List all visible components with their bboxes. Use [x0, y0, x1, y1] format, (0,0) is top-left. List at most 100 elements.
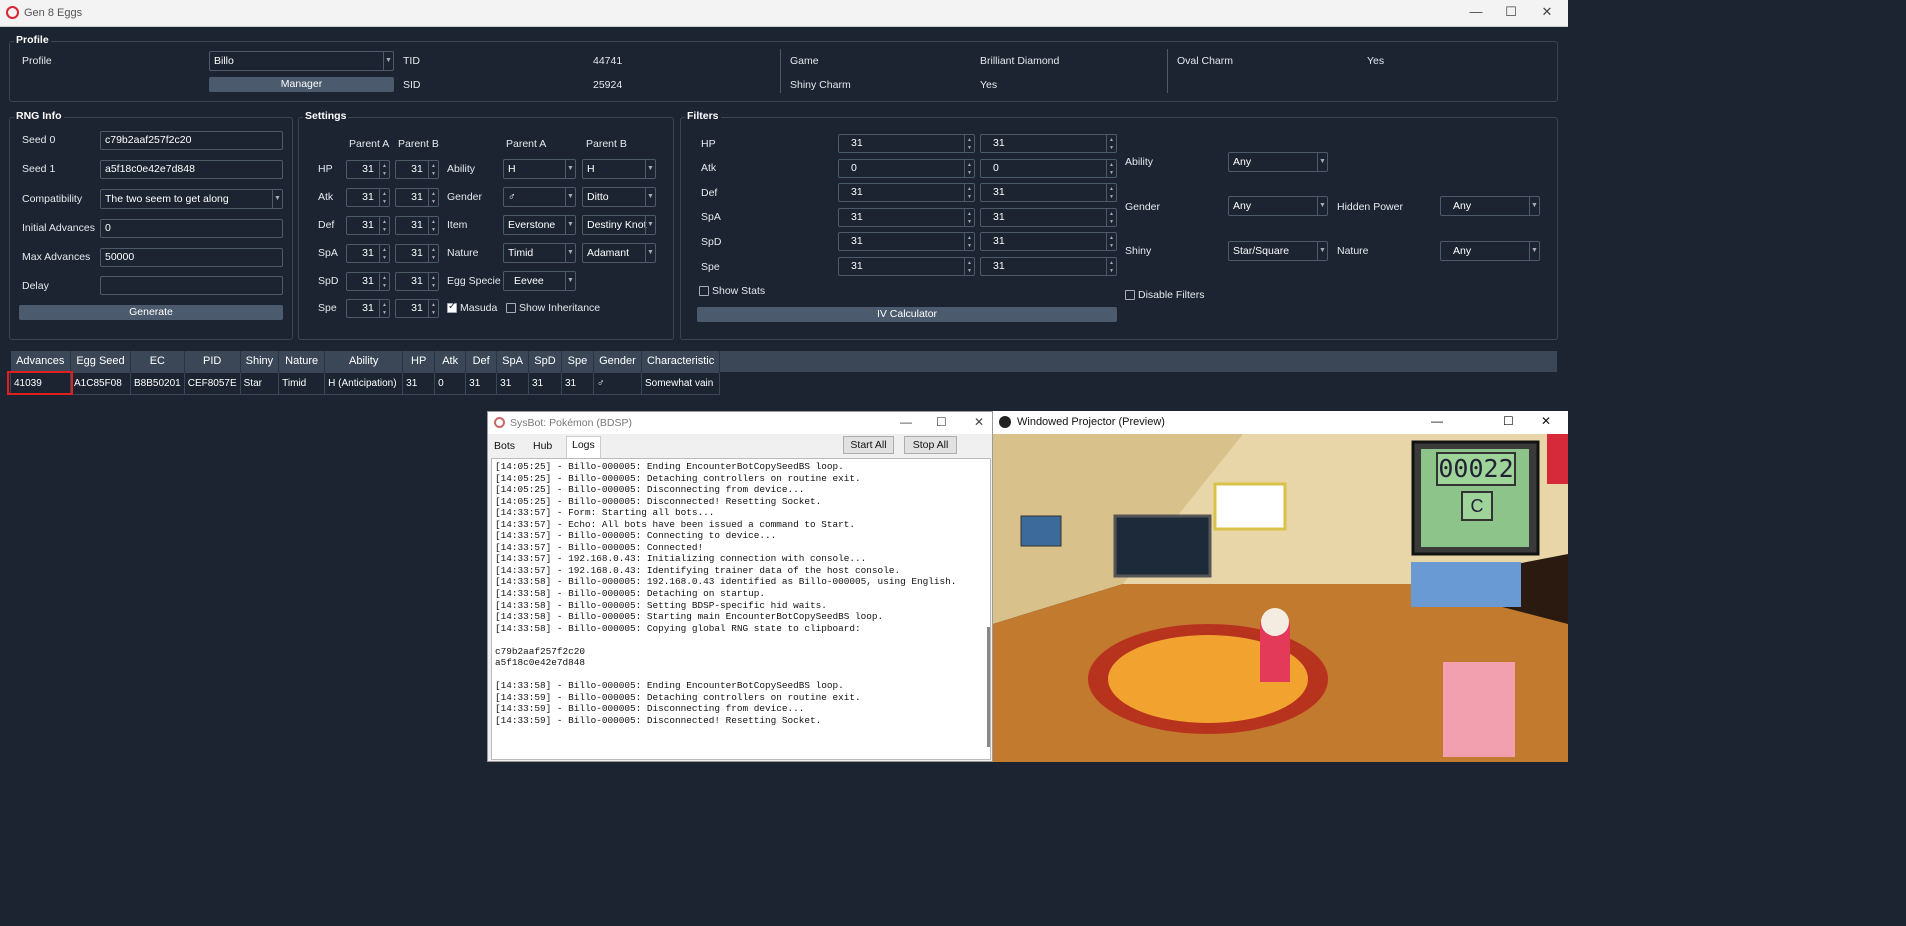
- parent-b-iv-spinbox[interactable]: 31 ▲ ▼: [395, 160, 439, 179]
- start-all-button[interactable]: Start All: [843, 436, 894, 454]
- column-header[interactable]: Characteristic: [641, 351, 721, 372]
- filter-max-spinbox[interactable]: 31 ▲ ▼: [980, 208, 1117, 227]
- parent-a-iv-spinbox[interactable]: 31 ▲ ▼: [346, 244, 390, 263]
- tab-logs[interactable]: Logs: [566, 436, 601, 458]
- column-header[interactable]: Gender: [593, 351, 642, 372]
- parent-a-nature-select[interactable]: Timid ▼: [503, 243, 576, 263]
- sysbot-close-button[interactable]: ✕: [974, 415, 984, 429]
- filter-max-spinbox[interactable]: 31 ▲ ▼: [980, 232, 1117, 251]
- show-inheritance-checkbox[interactable]: [506, 303, 516, 313]
- table-cell[interactable]: B8B50201: [130, 371, 185, 395]
- log-output[interactable]: [14:05:25] - Billo-000005: Ending Encoun…: [491, 458, 991, 760]
- column-header[interactable]: Spe: [561, 351, 594, 372]
- column-header[interactable]: EC: [130, 351, 185, 372]
- masuda-checkbox[interactable]: [447, 301, 457, 313]
- parent-b-iv-spinbox[interactable]: 31 ▲ ▼: [395, 216, 439, 235]
- projector-close-button[interactable]: ✕: [1541, 414, 1551, 428]
- parent-b-iv-spinbox[interactable]: 31 ▲ ▼: [395, 272, 439, 291]
- spin-value: 31: [993, 186, 1005, 198]
- delay-input[interactable]: [100, 276, 283, 295]
- seed0-input[interactable]: c79b2aaf257f2c20: [100, 131, 283, 150]
- table-cell[interactable]: Timid: [278, 371, 326, 395]
- maximize-button[interactable]: ☐: [1496, 4, 1526, 20]
- column-header[interactable]: Shiny: [240, 351, 280, 372]
- table-cell[interactable]: 31: [496, 371, 529, 395]
- parent-b-item-select[interactable]: Destiny Knot ▼: [582, 215, 656, 235]
- column-header[interactable]: SpD: [528, 351, 562, 372]
- filter-min-spinbox[interactable]: 0 ▲ ▼: [838, 159, 975, 178]
- column-header[interactable]: Nature: [278, 351, 326, 372]
- parent-b-iv-spinbox[interactable]: 31 ▲ ▼: [395, 299, 439, 318]
- max-advances-input[interactable]: 50000: [100, 248, 283, 267]
- filter-ability-select[interactable]: Any ▼: [1228, 152, 1328, 172]
- sysbot-minimize-button[interactable]: —: [900, 415, 912, 429]
- table-cell[interactable]: A1C85F08: [70, 371, 131, 395]
- parent-a-gender-select[interactable]: ♂ ▼: [503, 187, 576, 207]
- table-row[interactable]: 41039 A1C85F08 B8B50201 CEF8057E Star Ti…: [10, 371, 721, 395]
- spin-value: 31: [851, 137, 863, 149]
- table-cell[interactable]: Somewhat vain: [640, 371, 721, 395]
- generate-button[interactable]: Generate: [19, 305, 283, 320]
- parent-b-gender-select[interactable]: Ditto ▼: [582, 187, 656, 207]
- tab-bots[interactable]: Bots: [489, 438, 520, 454]
- column-header[interactable]: Egg Seed: [70, 351, 131, 372]
- filter-min-spinbox[interactable]: 31 ▲ ▼: [838, 183, 975, 202]
- table-cell[interactable]: Star: [239, 371, 280, 395]
- sysbot-maximize-button[interactable]: ☐: [936, 415, 947, 429]
- table-cell[interactable]: ♂: [592, 371, 642, 395]
- table-cell[interactable]: 31: [527, 371, 562, 395]
- parent-b-iv-spinbox[interactable]: 31 ▲ ▼: [395, 244, 439, 263]
- filter-min-spinbox[interactable]: 31 ▲ ▼: [838, 257, 975, 276]
- table-cell[interactable]: 31: [560, 371, 594, 395]
- filter-gender-select[interactable]: Any ▼: [1228, 196, 1328, 216]
- column-header[interactable]: Advances: [10, 351, 71, 372]
- column-header[interactable]: SpA: [496, 351, 529, 372]
- filter-shiny-select[interactable]: Star/Square ▼: [1228, 241, 1328, 261]
- column-header[interactable]: PID: [184, 351, 241, 372]
- table-cell[interactable]: CEF8057E: [183, 371, 241, 395]
- column-header[interactable]: Atk: [434, 351, 467, 372]
- iv-calculator-button[interactable]: IV Calculator: [697, 307, 1117, 322]
- parent-a-item-select[interactable]: Everstone ▼: [503, 215, 576, 235]
- table-cell[interactable]: 31: [465, 371, 498, 395]
- parent-b-nature-select[interactable]: Adamant ▼: [582, 243, 656, 263]
- compatibility-select[interactable]: The two seem to get along ▼: [100, 189, 283, 209]
- parent-a-iv-spinbox[interactable]: 31 ▲ ▼: [346, 299, 390, 318]
- hidden-power-select[interactable]: Any ▼: [1440, 196, 1540, 216]
- table-cell[interactable]: 31: [402, 371, 436, 395]
- projector-minimize-button[interactable]: —: [1431, 414, 1443, 428]
- parent-a-ability-select[interactable]: H ▼: [503, 159, 576, 179]
- table-cell[interactable]: 0: [434, 371, 467, 395]
- parent-a-iv-spinbox[interactable]: 31 ▲ ▼: [346, 216, 390, 235]
- show-stats-checkbox[interactable]: [699, 286, 709, 296]
- filter-max-spinbox[interactable]: 31 ▲ ▼: [980, 183, 1117, 202]
- filter-min-spinbox[interactable]: 31 ▲ ▼: [838, 232, 975, 251]
- column-header[interactable]: HP: [402, 351, 436, 372]
- column-header[interactable]: Def: [465, 351, 498, 372]
- parent-a-iv-spinbox[interactable]: 31 ▲ ▼: [346, 272, 390, 291]
- filter-max-spinbox[interactable]: 31 ▲ ▼: [980, 134, 1117, 153]
- filter-min-spinbox[interactable]: 31 ▲ ▼: [838, 134, 975, 153]
- manager-button[interactable]: Manager: [209, 77, 394, 92]
- filter-max-spinbox[interactable]: 0 ▲ ▼: [980, 159, 1117, 178]
- stop-all-button[interactable]: Stop All: [904, 436, 957, 454]
- profile-select[interactable]: Billo ▼: [209, 51, 394, 71]
- table-cell[interactable]: H (Anticipation): [324, 371, 404, 395]
- close-button[interactable]: ✕: [1532, 4, 1562, 20]
- log-scrollbar[interactable]: [987, 627, 990, 747]
- disable-filters-checkbox[interactable]: [1125, 290, 1135, 300]
- parent-b-ability-select[interactable]: H ▼: [582, 159, 656, 179]
- minimize-button[interactable]: —: [1461, 4, 1491, 19]
- seed1-input[interactable]: a5f18c0e42e7d848: [100, 160, 283, 179]
- filter-nature-select[interactable]: Any ▼: [1440, 241, 1540, 261]
- egg-specie-select[interactable]: Eevee ▼: [503, 271, 576, 291]
- projector-maximize-button[interactable]: ☐: [1503, 414, 1514, 428]
- parent-b-iv-spinbox[interactable]: 31 ▲ ▼: [395, 188, 439, 207]
- parent-a-iv-spinbox[interactable]: 31 ▲ ▼: [346, 188, 390, 207]
- filter-min-spinbox[interactable]: 31 ▲ ▼: [838, 208, 975, 227]
- parent-a-iv-spinbox[interactable]: 31 ▲ ▼: [346, 160, 390, 179]
- initial-advances-input[interactable]: 0: [100, 219, 283, 238]
- tab-hub[interactable]: Hub: [528, 438, 557, 454]
- column-header[interactable]: Ability: [324, 351, 404, 372]
- filter-max-spinbox[interactable]: 31 ▲ ▼: [980, 257, 1117, 276]
